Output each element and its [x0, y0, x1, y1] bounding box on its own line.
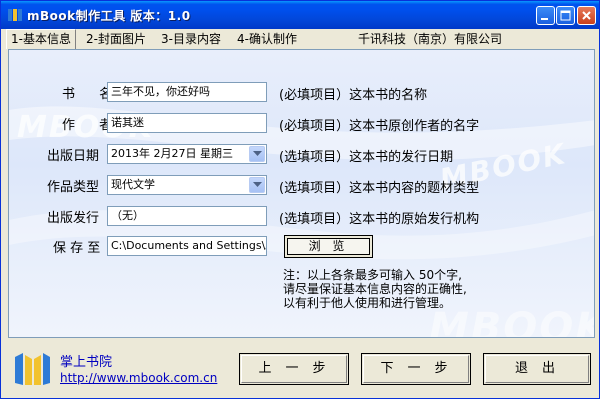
prev-step-button[interactable]: 上一步: [239, 353, 349, 385]
genre-hint: (选填项目）这本书内容的题材类型: [279, 181, 480, 196]
publisher-label: 出版发行: [47, 211, 100, 226]
basic-info-panel: MBOOK MBOOK MBOOK 书 名 三年不见，你还好吗 (必填项目）这本…: [8, 49, 595, 338]
minimize-icon: [541, 18, 548, 20]
company-name: 千讯科技（南京）有限公司: [358, 32, 503, 46]
note-text: 注：以上各条最多可输入 50个字, 请尽量保证基本信息内容的正确性, 以有利于他…: [283, 268, 583, 310]
genre-value: 现代文学: [111, 178, 155, 191]
window-title: mBook制作工具 版本：1.0: [27, 9, 191, 23]
title-bar[interactable]: mBook制作工具 版本：1.0: [1, 1, 599, 29]
publish-date-picker[interactable]: 2013年 2月27日 星期三: [107, 144, 267, 164]
publish-date-value: 2013年 2月27日 星期三: [111, 147, 233, 160]
book-title-input[interactable]: 三年不见，你还好吗: [107, 82, 267, 102]
close-button[interactable]: [577, 6, 596, 25]
date-label: 出版日期: [47, 149, 100, 164]
note-line: 注：以上各条最多可输入 50个字,: [283, 268, 462, 282]
publisher-hint: (选填项目）这本书的原始发行机构: [279, 212, 480, 227]
browse-button[interactable]: 浏 览: [284, 235, 373, 258]
genre-select[interactable]: 现代文学: [107, 175, 267, 195]
browse-label: 浏 览: [287, 238, 370, 255]
author-input[interactable]: 诺其迷: [107, 113, 267, 133]
save-label: 保 存 至: [53, 241, 101, 256]
tab-confirm[interactable]: 4-确认制作: [233, 30, 301, 48]
close-icon: [582, 11, 591, 20]
publisher-input[interactable]: （无）: [107, 206, 267, 226]
note-line: 请尽量保证基本信息内容的正确性,: [283, 282, 467, 296]
exit-button[interactable]: 退出: [483, 353, 591, 385]
site-url-link[interactable]: http://www.mbook.com.cn: [60, 371, 217, 385]
tab-basic-info[interactable]: 1-基本信息: [6, 29, 76, 49]
tab-cover-image[interactable]: 2-封面图片: [82, 30, 150, 48]
minimize-button[interactable]: [536, 6, 555, 25]
note-line: 以有利于他人使用和进行管理。: [283, 296, 452, 310]
tab-strip: 1-基本信息 2-封面图片 3-目录内容 4-确认制作 千讯科技（南京）有限公司: [4, 29, 598, 49]
date-hint: (选填项目）这本书的发行日期: [279, 150, 454, 165]
maximize-icon: [560, 10, 571, 21]
save-path-input[interactable]: C:\Documents and Settings\Admir: [107, 236, 267, 256]
maximize-button[interactable]: [556, 6, 575, 25]
mbook-logo-icon: [15, 353, 50, 385]
genre-label: 作品类型: [47, 180, 100, 195]
site-name: 掌上书院: [60, 355, 113, 370]
title-hint: (必填项目）这本书的名称: [279, 88, 428, 103]
dropdown-arrow-icon[interactable]: [249, 177, 265, 193]
app-window: mBook制作工具 版本：1.0 1-基本信息 2-封面图片 3-目录内容 4-…: [0, 0, 600, 399]
next-step-button[interactable]: 下一步: [361, 353, 471, 385]
author-hint: (必填项目）这本书原创作者的名字: [279, 119, 480, 134]
dropdown-arrow-icon[interactable]: [249, 146, 265, 162]
mbook-logo-icon: [8, 9, 22, 21]
tab-contents[interactable]: 3-目录内容: [157, 30, 225, 48]
